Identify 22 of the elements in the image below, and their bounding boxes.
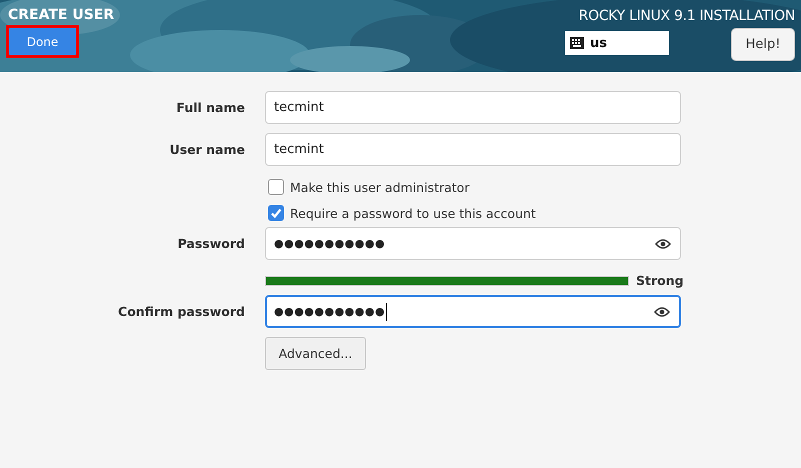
- help-button[interactable]: Help!: [731, 28, 795, 61]
- field-label: Full name: [175, 100, 245, 115]
- strength-label: Strong: [636, 273, 684, 288]
- checkbox[interactable]: [268, 179, 284, 195]
- input-field[interactable]: ●●●●●●●●●●●: [265, 227, 681, 260]
- checkbox-label: Make this user administrator: [290, 180, 470, 194]
- eye-icon[interactable]: [654, 306, 670, 318]
- field-label: User name: [168, 142, 245, 157]
- field-label: Confirm password: [117, 304, 245, 319]
- product-title: ROCKY LINUX 9.1 INSTALLATION: [578, 8, 795, 24]
- eye-icon[interactable]: [655, 238, 671, 250]
- field-label: Password: [176, 236, 245, 251]
- input-field[interactable]: ●●●●●●●●●●●: [265, 295, 681, 328]
- advanced-button[interactable]: Advanced...: [265, 337, 366, 370]
- done-button[interactable]: Done: [9, 28, 76, 55]
- screen-title: CREATE USER: [7, 7, 114, 23]
- keyboard-layout-field[interactable]: us: [565, 31, 669, 55]
- input-field[interactable]: tecmint: [265, 91, 681, 124]
- keyboard-icon: [570, 37, 584, 49]
- checkbox-label: Require a password to use this account: [290, 206, 536, 220]
- input-field[interactable]: tecmint: [265, 133, 681, 166]
- checkbox[interactable]: [268, 205, 284, 221]
